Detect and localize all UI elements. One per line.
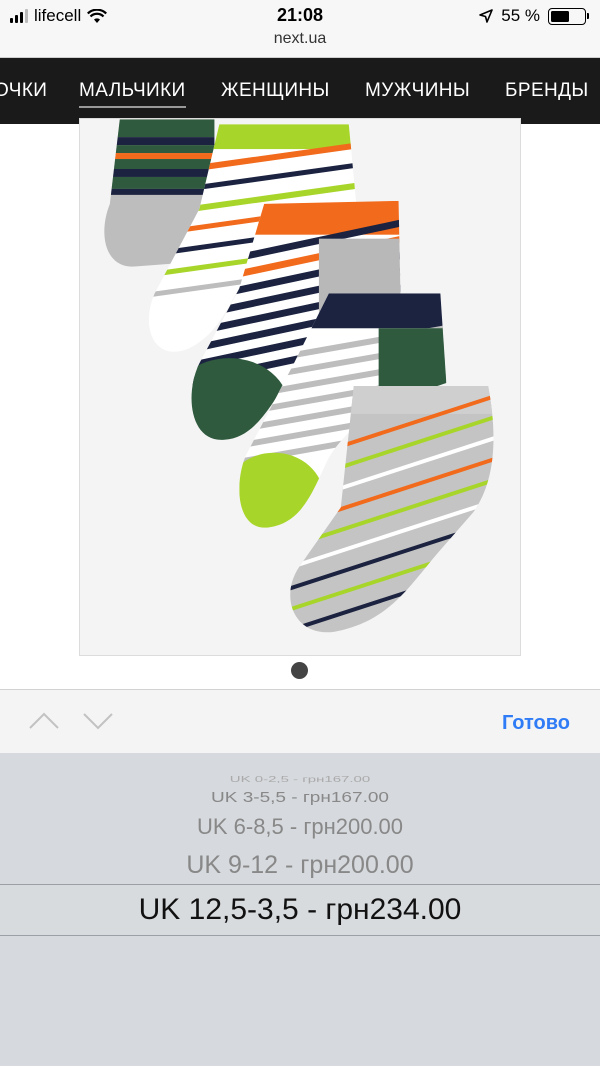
nav-item-men[interactable]: МУЖЧИНЫ — [365, 80, 470, 102]
picker-option[interactable]: UK 6-8,5 - грн200.00 — [0, 814, 600, 840]
size-picker[interactable]: UK 0-2,5 - грн167.00 UK 3-5,5 - грн167.0… — [0, 753, 600, 1066]
carousel-dot[interactable] — [291, 662, 308, 679]
picker-option-selected[interactable]: UK 12,5-3,5 - грн234.00 — [0, 893, 600, 927]
battery-fill — [551, 10, 569, 22]
category-nav: ОЧКИ МАЛЬЧИКИ ЖЕНЩИНЫ МУЖЧИНЫ БРЕНДЫ — [0, 58, 600, 124]
chevron-down-icon[interactable] — [82, 710, 114, 732]
nav-item-girls[interactable]: ОЧКИ — [0, 80, 47, 102]
picker-option[interactable]: UK 9-12 - грн200.00 — [0, 851, 600, 880]
nav-item-boys[interactable]: МАЛЬЧИКИ — [79, 80, 186, 108]
status-bar: lifecell 21:08 next.ua 55 % — [0, 0, 600, 58]
location-arrow-icon — [479, 9, 494, 23]
picker-toolbar: Готово — [0, 689, 600, 753]
battery-percent: 55 % — [501, 6, 540, 25]
picker-option[interactable]: UK 0-2,5 - грн167.00 — [0, 775, 600, 784]
socks-illustration — [80, 119, 520, 655]
nav-item-women[interactable]: ЖЕНЩИНЫ — [221, 80, 330, 102]
product-image[interactable] — [79, 118, 521, 656]
done-button[interactable]: Готово — [502, 712, 570, 735]
page-url[interactable]: next.ua — [0, 30, 600, 48]
nav-item-brands[interactable]: БРЕНДЫ — [505, 80, 589, 102]
chevron-up-icon[interactable] — [28, 710, 60, 732]
status-right: 55 % — [479, 6, 589, 26]
picker-option[interactable]: UK 3-5,5 - грн167.00 — [0, 789, 600, 807]
battery-icon — [548, 7, 589, 25]
